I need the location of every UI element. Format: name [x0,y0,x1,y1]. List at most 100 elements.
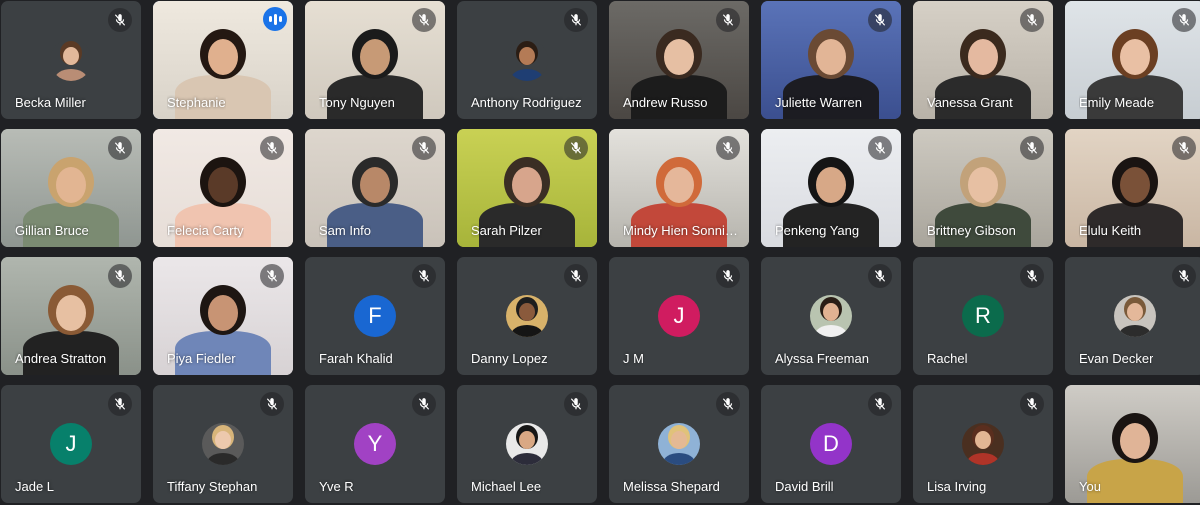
participant-tile[interactable]: Gillian Bruce [1,129,141,247]
avatar: F [354,295,396,337]
mic-off-icon [564,136,588,160]
participant-name: Lisa Irving [927,479,987,494]
participant-tile[interactable]: Juliette Warren [761,1,901,119]
participant-name: Michael Lee [471,479,542,494]
mic-off-icon [260,392,284,416]
mic-off-icon [716,264,740,288]
participant-tile[interactable]: Felecia Carty [153,129,293,247]
mic-off-icon [716,8,740,32]
participant-name: Sarah Pilzer [471,223,542,238]
participant-tile[interactable]: You [1065,385,1200,503]
mic-off-icon [1020,392,1044,416]
participant-name: Brittney Gibson [927,223,1016,238]
participant-tile[interactable]: Evan Decker [1065,257,1200,375]
participant-tile[interactable]: Danny Lopez [457,257,597,375]
mic-off-icon [108,8,132,32]
mic-off-icon [1020,136,1044,160]
avatar [658,423,700,465]
mic-off-icon [412,392,436,416]
participant-tile[interactable]: Tiffany Stephan [153,385,293,503]
avatar: R [962,295,1004,337]
avatar [810,295,852,337]
participant-tile[interactable]: Sam Info [305,129,445,247]
participant-tile[interactable]: F Farah Khalid [305,257,445,375]
mic-off-icon [868,136,892,160]
participant-tile[interactable]: J Jade L [1,385,141,503]
participant-name: David Brill [775,479,834,494]
participant-tile[interactable]: Mindy Hien Sonnichsen [609,129,749,247]
mic-off-icon [716,392,740,416]
mic-off-icon [260,264,284,288]
participant-tile[interactable]: Andrea Stratton [1,257,141,375]
avatar: J [50,423,92,465]
participant-tile[interactable]: Anthony Rodriguez [457,1,597,119]
participant-name: Sam Info [319,223,372,238]
participant-name: Evan Decker [1079,351,1154,366]
participant-name: Stephanie [167,95,226,110]
avatar [50,39,92,81]
mic-off-icon [564,392,588,416]
participant-name: Becka Miller [15,95,86,110]
participant-name: Vanessa Grant [927,95,1013,110]
participant-name: Penkeng Yang [775,223,860,238]
avatar: J [658,295,700,337]
participant-tile[interactable]: Becka Miller [1,1,141,119]
participant-name: Melissa Shepard [623,479,720,494]
participant-name: Danny Lopez [471,351,548,366]
participant-name: Anthony Rodriguez [471,95,582,110]
participant-tile[interactable]: Penkeng Yang [761,129,901,247]
mic-off-icon [1172,8,1196,32]
participant-name: Mindy Hien Sonnichsen [623,223,741,238]
participant-tile[interactable]: Piya Fiedler [153,257,293,375]
speaking-indicator-icon [263,7,287,31]
participant-tile[interactable]: Elulu Keith [1065,129,1200,247]
participant-name: Emily Meade [1079,95,1155,110]
participant-tile[interactable]: Y Yve R [305,385,445,503]
mic-off-icon [260,136,284,160]
participant-tile[interactable]: Brittney Gibson [913,129,1053,247]
participant-name: J M [623,351,644,366]
participant-tile[interactable]: D David Brill [761,385,901,503]
mic-off-icon [1172,136,1196,160]
mic-off-icon [564,8,588,32]
participant-tile[interactable]: Vanessa Grant [913,1,1053,119]
participant-tile[interactable]: Melissa Shepard [609,385,749,503]
mic-off-icon [412,136,436,160]
participant-grid: Becka Miller Stephanie Tony Nguyen Anthony … [0,0,1200,505]
participant-name: Gillian Bruce [15,223,89,238]
participant-tile[interactable]: Andrew Russo [609,1,749,119]
participant-tile[interactable]: Stephanie [153,1,293,119]
participant-tile[interactable]: Lisa Irving [913,385,1053,503]
avatar [962,423,1004,465]
avatar [506,423,548,465]
participant-tile[interactable]: Emily Meade [1065,1,1200,119]
participant-tile[interactable]: Sarah Pilzer [457,129,597,247]
avatar [506,39,548,81]
participant-name: Piya Fiedler [167,351,236,366]
participant-name: Tiffany Stephan [167,479,258,494]
participant-name: Felecia Carty [167,223,244,238]
mic-off-icon [108,264,132,288]
mic-off-icon [868,264,892,288]
participant-name: Andrea Stratton [15,351,107,366]
participant-name: Tony Nguyen [319,95,395,110]
participant-name: Farah Khalid [319,351,393,366]
participant-tile[interactable]: Tony Nguyen [305,1,445,119]
participant-name: Alyssa Freeman [775,351,869,366]
mic-off-icon [108,136,132,160]
participant-name: Juliette Warren [775,95,862,110]
mic-off-icon [868,8,892,32]
mic-off-icon [1172,264,1196,288]
participant-name: Rachel [927,351,968,366]
mic-off-icon [412,264,436,288]
participant-tile[interactable]: Alyssa Freeman [761,257,901,375]
mic-off-icon [716,136,740,160]
participant-name: You [1079,479,1101,494]
avatar [202,423,244,465]
mic-off-icon [412,8,436,32]
participant-tile[interactable]: Michael Lee [457,385,597,503]
participant-name: Yve R [319,479,354,494]
participant-tile[interactable]: J J M [609,257,749,375]
avatar: Y [354,423,396,465]
participant-tile[interactable]: R Rachel [913,257,1053,375]
